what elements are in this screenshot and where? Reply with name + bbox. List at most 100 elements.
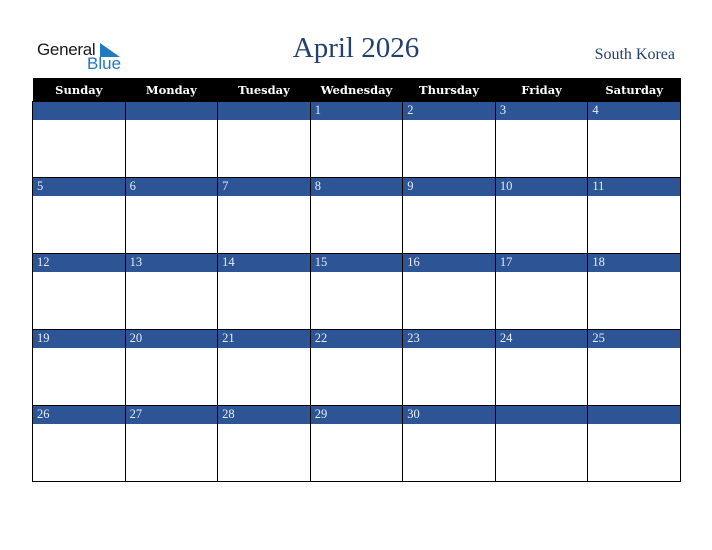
day-notes-area[interactable]: [218, 348, 310, 405]
day-notes-area[interactable]: [495, 424, 588, 481]
day-notes-area[interactable]: [403, 196, 495, 253]
day-notes-area[interactable]: [33, 424, 125, 481]
day-cell[interactable]: 24: [494, 329, 589, 406]
day-cell[interactable]: 10: [494, 177, 589, 254]
day-number: 27: [125, 406, 218, 424]
day-notes-area[interactable]: [218, 424, 310, 481]
day-cell[interactable]: 21: [217, 329, 311, 406]
day-notes-area[interactable]: [403, 120, 495, 177]
day-cell[interactable]: 27: [124, 405, 219, 482]
weekday-friday: Friday: [495, 78, 588, 102]
day-cell[interactable]: 23: [402, 329, 496, 406]
day-cell[interactable]: 2: [402, 101, 496, 178]
day-cell[interactable]: 8: [309, 177, 404, 254]
day-cell[interactable]: 6: [124, 177, 219, 254]
day-number: 9: [403, 178, 495, 196]
day-notes-area[interactable]: [403, 348, 495, 405]
day-cell[interactable]: 12: [32, 253, 126, 330]
day-notes-area[interactable]: [125, 424, 218, 481]
day-cell[interactable]: 26: [32, 405, 126, 482]
day-cell[interactable]: 28: [217, 405, 311, 482]
day-notes-area[interactable]: [33, 348, 125, 405]
day-notes-area[interactable]: [125, 196, 218, 253]
day-notes-area[interactable]: [495, 196, 588, 253]
day-notes-area[interactable]: [33, 272, 125, 329]
day-cell[interactable]: 17: [494, 253, 589, 330]
day-number: 10: [495, 178, 588, 196]
day-cell[interactable]: 25: [587, 329, 681, 406]
day-number: 15: [310, 254, 403, 272]
day-cell[interactable]: [217, 101, 311, 178]
calendar-grid: Sunday Monday Tuesday Wednesday Thursday…: [32, 78, 681, 482]
weekday-thursday: Thursday: [402, 78, 496, 102]
day-notes-area[interactable]: [403, 272, 495, 329]
day-number: 30: [403, 406, 495, 424]
day-number: [33, 102, 125, 120]
day-number: 16: [403, 254, 495, 272]
day-notes-area[interactable]: [310, 196, 403, 253]
day-cell[interactable]: 22: [309, 329, 404, 406]
day-cell[interactable]: 16: [402, 253, 496, 330]
day-number: 17: [495, 254, 588, 272]
day-number: 26: [33, 406, 125, 424]
day-notes-area[interactable]: [125, 120, 218, 177]
day-notes-area[interactable]: [125, 272, 218, 329]
day-notes-area[interactable]: [218, 272, 310, 329]
day-notes-area[interactable]: [310, 272, 403, 329]
day-cell[interactable]: 19: [32, 329, 126, 406]
country-label: South Korea: [594, 46, 675, 63]
weekday-header-row: Sunday Monday Tuesday Wednesday Thursday…: [32, 78, 681, 102]
day-cell[interactable]: [32, 101, 126, 178]
day-notes-area[interactable]: [33, 196, 125, 253]
day-cell[interactable]: 13: [124, 253, 219, 330]
day-number: 21: [218, 330, 310, 348]
day-number: 13: [125, 254, 218, 272]
day-number: 22: [310, 330, 403, 348]
day-number: 14: [218, 254, 310, 272]
day-notes-area[interactable]: [588, 348, 680, 405]
day-cell[interactable]: 18: [587, 253, 681, 330]
day-notes-area[interactable]: [310, 348, 403, 405]
week-row: 12 13 14 15 16 17 18: [32, 253, 681, 330]
day-notes-area[interactable]: [218, 196, 310, 253]
day-number: 11: [588, 178, 680, 196]
day-cell[interactable]: 1: [309, 101, 404, 178]
day-cell[interactable]: 3: [494, 101, 589, 178]
day-number: 23: [403, 330, 495, 348]
day-number: 20: [125, 330, 218, 348]
day-number: [218, 102, 310, 120]
day-cell[interactable]: 14: [217, 253, 311, 330]
week-row: 5 6 7 8 9 10 11: [32, 177, 681, 254]
day-number: 18: [588, 254, 680, 272]
day-notes-area[interactable]: [125, 348, 218, 405]
day-cell[interactable]: [587, 405, 681, 482]
day-cell[interactable]: 9: [402, 177, 496, 254]
day-cell[interactable]: 7: [217, 177, 311, 254]
day-cell[interactable]: 29: [309, 405, 404, 482]
day-cell[interactable]: 11: [587, 177, 681, 254]
day-notes-area[interactable]: [588, 196, 680, 253]
day-notes-area[interactable]: [33, 120, 125, 177]
day-notes-area[interactable]: [310, 424, 403, 481]
day-notes-area[interactable]: [495, 348, 588, 405]
day-number: [588, 406, 680, 424]
day-notes-area[interactable]: [588, 424, 680, 481]
day-notes-area[interactable]: [588, 120, 680, 177]
day-cell[interactable]: 30: [402, 405, 496, 482]
day-cell[interactable]: 5: [32, 177, 126, 254]
day-cell[interactable]: 20: [124, 329, 219, 406]
week-row: 1234: [32, 101, 681, 178]
day-notes-area[interactable]: [310, 120, 403, 177]
day-cell[interactable]: 4: [587, 101, 681, 178]
day-notes-area[interactable]: [403, 424, 495, 481]
day-notes-area[interactable]: [495, 272, 588, 329]
day-number: 3: [495, 102, 588, 120]
weekday-sunday: Sunday: [32, 78, 126, 102]
day-notes-area[interactable]: [495, 120, 588, 177]
day-notes-area[interactable]: [588, 272, 680, 329]
day-cell[interactable]: [494, 405, 589, 482]
day-notes-area[interactable]: [218, 120, 310, 177]
day-cell[interactable]: 15: [309, 253, 404, 330]
day-cell[interactable]: [124, 101, 219, 178]
weekday-wednesday: Wednesday: [310, 78, 403, 102]
